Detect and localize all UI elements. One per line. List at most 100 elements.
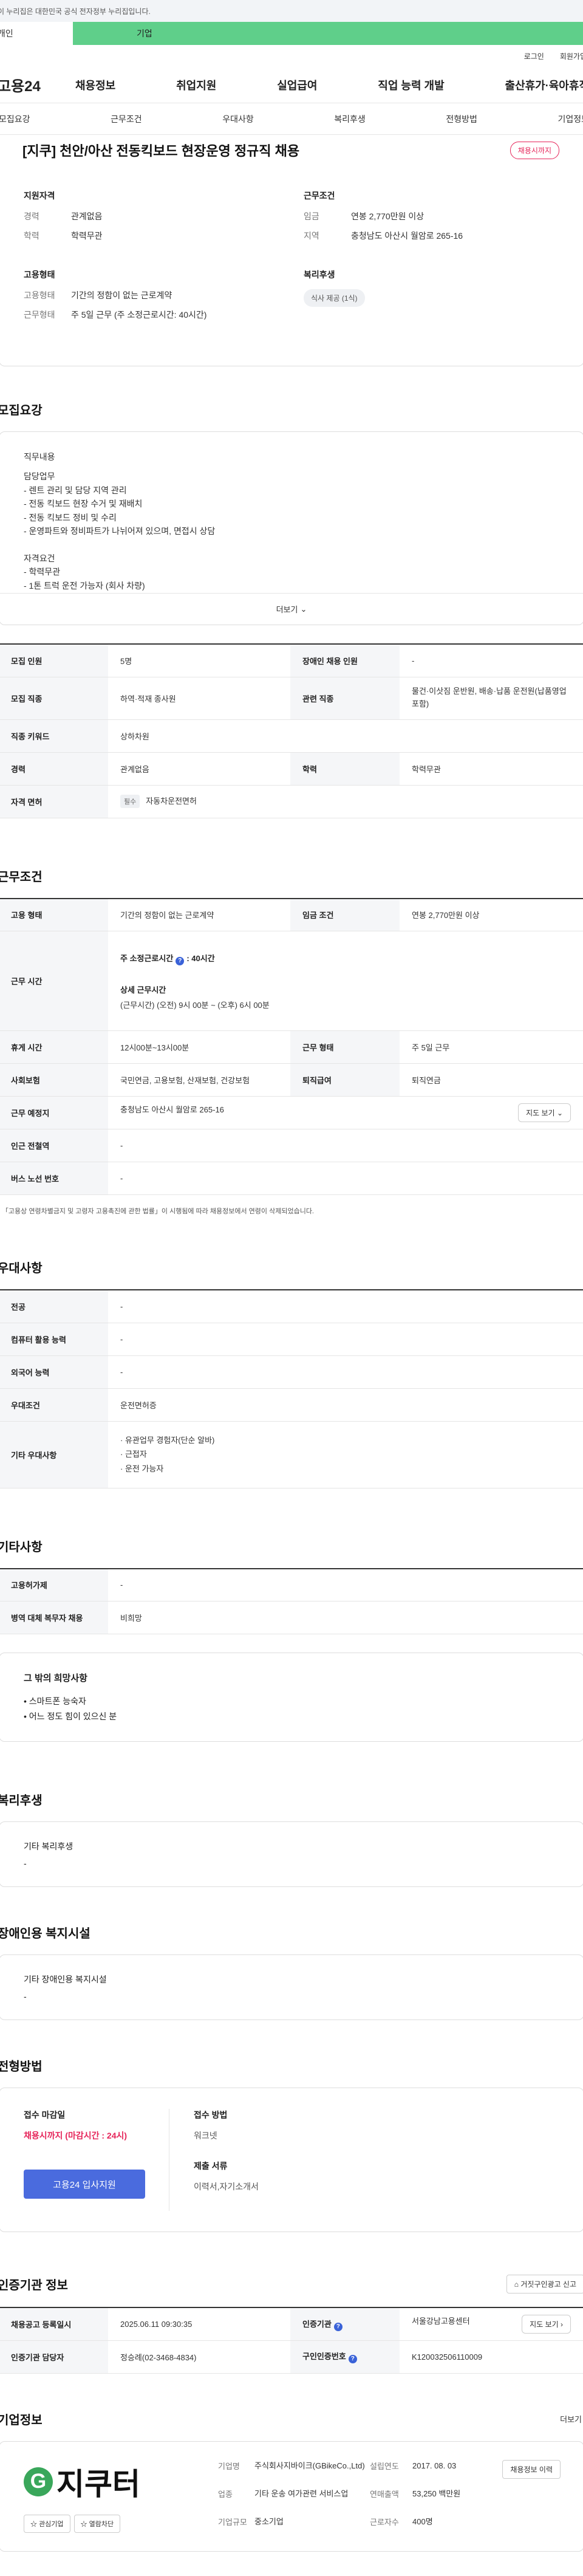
tab-corporate-label: 기업 <box>137 27 152 39</box>
row-value: 국민연금, 고용보험, 산재보험, 건강보험 <box>108 1064 290 1097</box>
block-button[interactable]: ☆ 열람차단 <box>74 2515 121 2533</box>
founded-label: 설립연도 <box>370 2460 412 2477</box>
company-more-link[interactable]: 더보기 › <box>560 2413 583 2425</box>
row-value: 정승례(02-3468-4834) <box>108 2340 290 2373</box>
deadline-heading: 접수 마감일 <box>24 2109 157 2121</box>
logo-mark: G <box>24 2467 53 2496</box>
table-row: 컴퓨터 활용 능력- <box>0 1323 583 1355</box>
row-label: 채용공고 등록일시 <box>0 2307 108 2340</box>
info-icon[interactable]: ? <box>334 2323 343 2331</box>
row-value: 학력무관 <box>400 752 583 785</box>
chevron-down-icon: ⌄ <box>300 605 307 614</box>
map-button-label: 지도 보기 <box>526 1109 555 1117</box>
work-form-value: 주 5일 근무 (주 소정근로시간: 40시간) <box>71 309 206 321</box>
table-row: 전공- <box>0 1290 583 1323</box>
row-label: 경력 <box>0 752 108 785</box>
tab-preference[interactable]: 우대사항 <box>222 113 254 125</box>
duty-text: 담당업무 - 렌트 관리 및 담당 지역 관리 - 전동 킥보드 현장 수거 및… <box>24 470 559 592</box>
summary-welfare: 복리후생 식사 제공 (1식) <box>304 269 559 328</box>
staff-value: 400명 <box>412 2516 474 2533</box>
main-nav: 고용24 채용정보 취업지원 실업급여 직업 능력 개발 출산휴가·육아휴직 <box>0 67 583 103</box>
industry-label: 업종 <box>218 2488 254 2505</box>
tab-company[interactable]: 기업정보 <box>557 113 583 125</box>
wage-value: 연봉 2,770만원 이상 <box>351 210 424 222</box>
row-label: 모집 직종 <box>0 677 108 719</box>
row-value: 하역·적재 종사원 <box>108 677 290 719</box>
agency-header: 인증기관 정보 ⌂ 거짓구인광고 신고 <box>0 2275 583 2293</box>
row-label: 우대조건 <box>0 1388 108 1421</box>
row-label: 버스 노선 번호 <box>0 1162 108 1195</box>
table-row: 자격 면허 필수자동차운전면허 <box>0 785 583 818</box>
nav-jobs[interactable]: 채용정보 <box>75 77 115 93</box>
welfare-chip: 식사 제공 (1식) <box>304 289 365 307</box>
info-icon[interactable]: ? <box>349 2355 357 2363</box>
method-value: 워크넷 <box>194 2129 259 2142</box>
util-links: 로그인 회원가입 <box>0 45 583 67</box>
jobs-history-button[interactable]: 채용정보 이력 <box>502 2460 561 2479</box>
row-label: 직종 키워드 <box>0 719 108 752</box>
nav-employment-support[interactable]: 취업지원 <box>176 77 216 93</box>
job-title: [지쿠] 천안/아산 전동킥보드 현장운영 정규직 채용 <box>22 140 299 160</box>
row-value: 2025.06.11 09:30:35 <box>108 2307 290 2340</box>
size-label: 기업규모 <box>218 2516 254 2533</box>
tab-conditions[interactable]: 근무조건 <box>111 113 142 125</box>
hope-heading: 그 밖의 희망사항 <box>24 1670 559 1687</box>
hours-cell: 주 소정근로시간?: 40시간 상세 근무시간 (근무시간) (오전) 9시 0… <box>108 931 583 1031</box>
row-label: 장애인 채용 인원 <box>290 644 400 677</box>
star-icon: ☆ <box>30 2521 37 2528</box>
interest-button[interactable]: ☆ 관심기업 <box>24 2515 70 2533</box>
table-row: 근무 예정지 충청남도 아산시 월암로 265-16 지도 보기 ⌄ <box>0 1097 583 1129</box>
agency-map-button[interactable]: 지도 보기 › <box>522 2315 571 2334</box>
duty-heading: 직무내용 <box>24 450 559 464</box>
tab-welfare[interactable]: 복리후생 <box>334 113 366 125</box>
summary-qualification: 지원자격 경력관계없음 학력학력무관 <box>24 190 279 249</box>
size-value: 중소기업 <box>254 2516 370 2533</box>
logo-text: 지쿠터 <box>56 2460 140 2504</box>
report-button-label: 거짓구인광고 신고 <box>520 2280 576 2289</box>
section-tabs: 모집요강 근무조건 우대사항 복리후생 전형방법 기업정보 <box>0 103 583 135</box>
prefer-list: · 유관업무 경험자(단순 알바) · 근접자 · 운전 가능자 <box>120 1433 583 1476</box>
tab-corporate[interactable]: 기업 <box>73 22 583 45</box>
table-row: 인근 전철역 - <box>0 1129 583 1162</box>
company-more-label: 더보기 <box>560 2415 582 2424</box>
row-value: 연봉 2,770만원 이상 <box>400 899 583 931</box>
apply-button[interactable]: 고용24 입사지원 <box>24 2170 145 2199</box>
others-table: 고용허가제- 병역 대체 복무자 채용비희망 <box>0 1568 583 1635</box>
nav-unemployment-benefit[interactable]: 실업급여 <box>277 77 317 93</box>
place-value: 충청남도 아산시 월암로 265-16 <box>120 1105 224 1114</box>
row-value: 퇴직연금 <box>400 1064 583 1097</box>
signup-link[interactable]: 회원가입 <box>560 51 583 61</box>
row-label: 근무 시간 <box>0 931 108 1031</box>
work-section-title: 근무조건 <box>0 867 583 885</box>
row-label: 기타 우대사항 <box>0 1421 108 1488</box>
list-item: • 스마트폰 능숙자 <box>24 1694 559 1709</box>
report-button[interactable]: ⌂ 거짓구인광고 신고 <box>506 2275 583 2293</box>
tab-screening[interactable]: 전형방법 <box>446 113 477 125</box>
table-row: 병역 대체 복무자 채용비희망 <box>0 1601 583 1634</box>
table-row: 모집 직종 하역·적재 종사원 관련 직종 물건·이삿짐 운반원, 배송·납품 … <box>0 677 583 719</box>
nav-job-training[interactable]: 직업 능력 개발 <box>378 77 444 93</box>
edu-value: 학력무관 <box>71 230 103 242</box>
map-button[interactable]: 지도 보기 ⌄ <box>518 1103 571 1122</box>
site-logo[interactable]: 고용24 <box>0 74 58 95</box>
row-value: 관계없음 <box>108 752 290 785</box>
nav-maternity-leave[interactable]: 출산휴가·육아휴직 <box>505 77 583 93</box>
row-label: 외국어 능력 <box>0 1355 108 1388</box>
tab-recruit[interactable]: 모집요강 <box>0 113 30 125</box>
row-label: 전공 <box>0 1290 108 1323</box>
career-label: 경력 <box>24 210 71 222</box>
login-link[interactable]: 로그인 <box>524 51 544 61</box>
table-row: 버스 노선 번호 - <box>0 1162 583 1195</box>
row-value: 운전면허증 <box>108 1388 583 1421</box>
weekly-hours: 주 소정근로시간?: 40시간 <box>120 952 583 965</box>
info-icon[interactable]: ? <box>176 957 184 965</box>
row-label: 퇴직급여 <box>290 1064 400 1097</box>
interest-label: 관심기업 <box>39 2521 63 2528</box>
disability-heading: 기타 장애인용 복지시설 <box>24 1973 559 1985</box>
tab-individual[interactable]: 개인 <box>0 22 73 45</box>
emp-type-label: 고용형태 <box>24 289 71 301</box>
table-row: 우대조건운전면허증 <box>0 1388 583 1421</box>
disability-value: - <box>24 1992 559 2001</box>
duty-more-button[interactable]: 더보기 ⌄ <box>0 593 583 625</box>
table-row: 고용 형태 기간의 정함이 없는 근로계약 임금 조건 연봉 2,770만원 이… <box>0 899 583 931</box>
